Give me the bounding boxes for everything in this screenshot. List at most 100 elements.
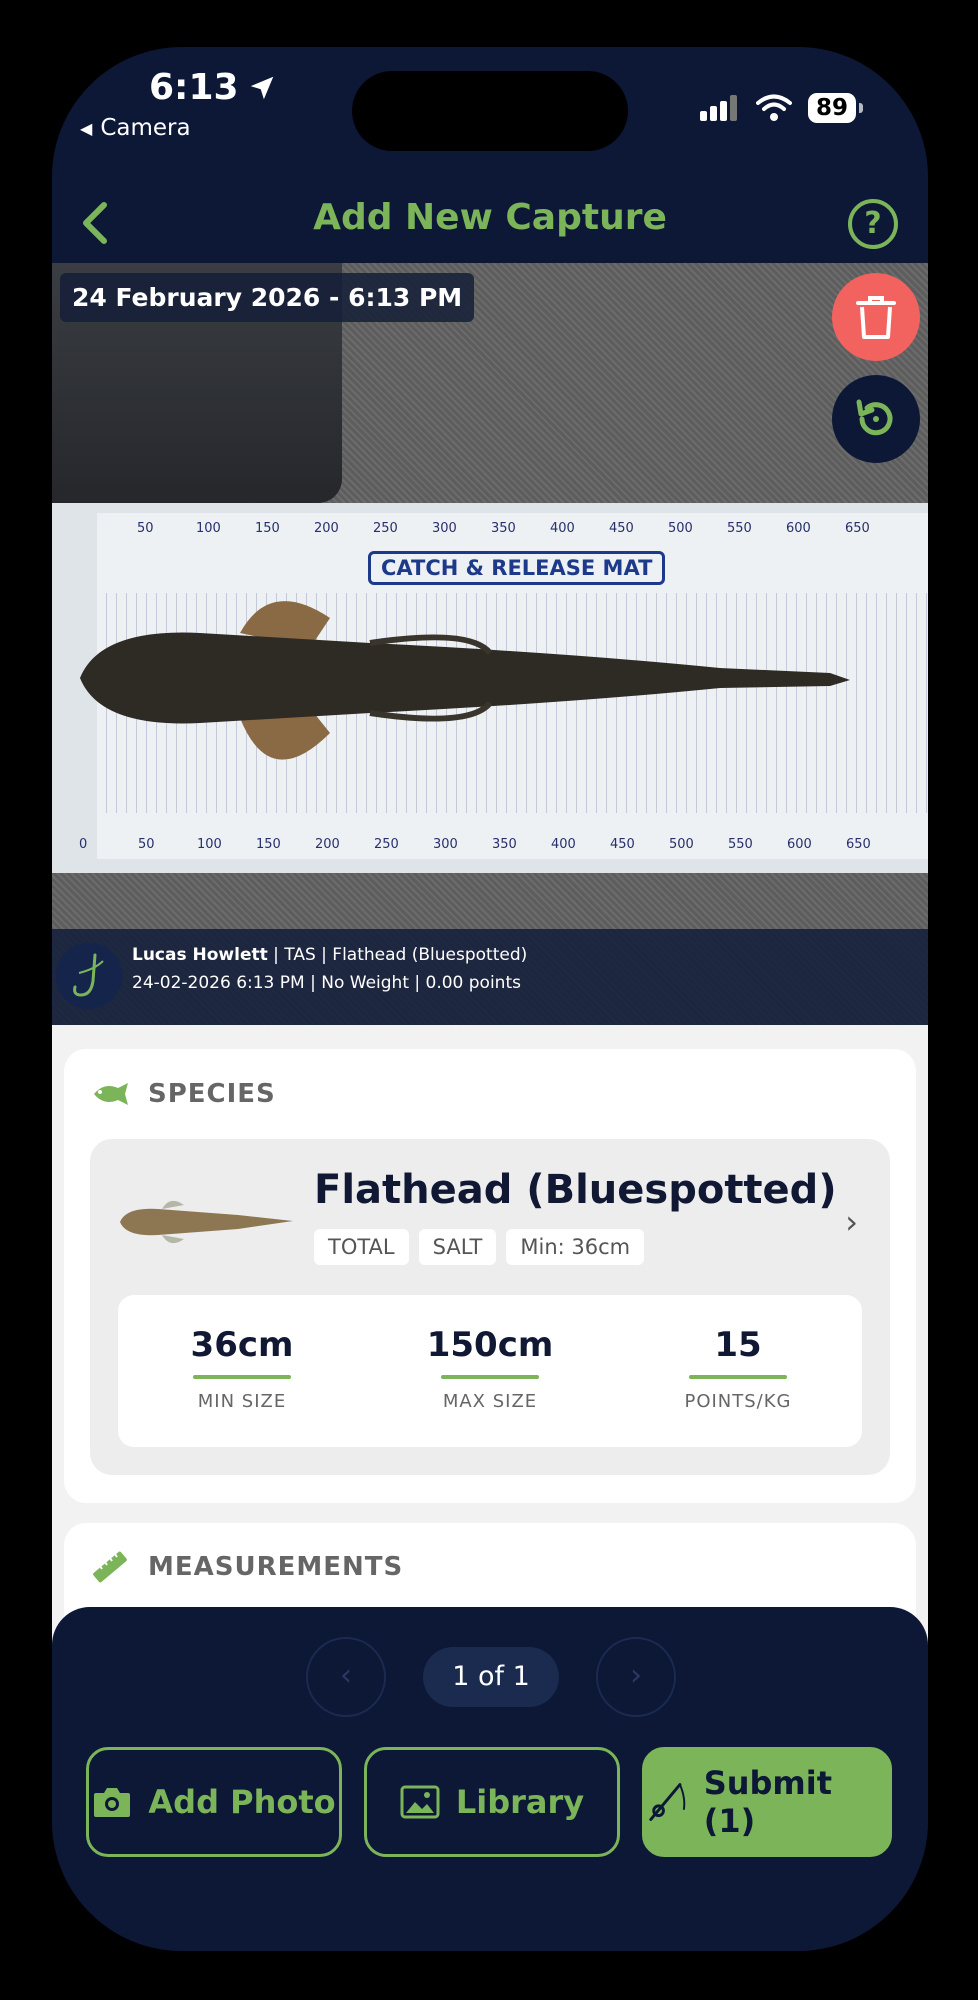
trash-icon (856, 296, 896, 339)
ruler-label: 150 (255, 521, 280, 536)
ruler-label: 550 (727, 521, 752, 536)
ruler-label: 600 (787, 837, 812, 852)
add-photo-button[interactable]: Add Photo (86, 1747, 342, 1857)
stat-points-per-kg: 15 POINTS/KG (614, 1295, 862, 1447)
species-tags: TOTAL SALT Min: 36cm (314, 1229, 645, 1265)
ruler-label: 400 (551, 837, 576, 852)
ruler-label: 650 (846, 837, 871, 852)
chevron-right-icon: › (845, 1203, 858, 1241)
status-bar: 6:13 ◀ Camera 89 (52, 47, 928, 177)
scroll-content[interactable]: SPECIES Flathead (Bluespotted) TOTAL SAL… (52, 1025, 928, 1663)
camera-icon (94, 1788, 131, 1817)
submit-label: Submit (1) (703, 1764, 833, 1840)
ruler-label: 500 (669, 837, 694, 852)
phone-screen: 6:13 ◀ Camera 89 Add New Capture ? 50 10… (52, 47, 928, 1951)
ruler-label: 350 (492, 837, 517, 852)
stat-value: 15 (714, 1325, 762, 1365)
capture-photo: 50 100 150 200 250 300 350 400 450 500 550 600 650 0… (52, 263, 928, 1025)
ruler-label: 300 (432, 521, 457, 536)
location-arrow-icon (250, 76, 273, 99)
stat-label: POINTS/KG (684, 1391, 792, 1412)
ruler-label: 650 (845, 521, 870, 536)
caption-angler: Lucas Howlett (132, 945, 268, 965)
ruler-label: 0 (79, 837, 88, 852)
time-text: 6:13 (149, 67, 239, 108)
species-section-header: SPECIES (90, 1079, 276, 1109)
stat-underline (441, 1375, 539, 1379)
action-buttons: Add Photo Library Submit (1) (86, 1747, 892, 1857)
ruler-label: 200 (315, 837, 340, 852)
ruler-label: 250 (374, 837, 399, 852)
submit-button[interactable]: Submit (1) (642, 1747, 892, 1857)
caption-line-1: Lucas Howlett | TAS | Flathead (Bluespot… (132, 945, 527, 965)
stat-max-size: 150cm MAX SIZE (366, 1295, 614, 1447)
measurements-section-label: MEASUREMENTS (148, 1552, 404, 1582)
ruler-label: 550 (728, 837, 753, 852)
ruler-label: 350 (491, 521, 516, 536)
photo-pager: ‹ 1 of 1 › (52, 1637, 928, 1717)
next-photo-button[interactable]: › (596, 1637, 676, 1717)
ruler-icon (93, 1551, 127, 1583)
back-triangle-icon: ◀ (80, 118, 93, 138)
ruler-label: 450 (610, 837, 635, 852)
species-stats: 36cm MIN SIZE 150cm MAX SIZE 15 POINTS/K… (118, 1295, 862, 1447)
photo-count: 1 of 1 (423, 1647, 559, 1707)
species-card: SPECIES Flathead (Bluespotted) TOTAL SAL… (64, 1049, 916, 1503)
species-thumbnail-image (120, 1200, 293, 1244)
ruler-label: 400 (550, 521, 575, 536)
rotate-icon (856, 399, 893, 436)
stat-underline (689, 1375, 787, 1379)
stat-label: MAX SIZE (442, 1391, 538, 1412)
ruler-label: 100 (197, 837, 222, 852)
stat-value: 150cm (426, 1325, 554, 1365)
back-to-app-link[interactable]: ◀ Camera (80, 115, 191, 141)
ruler-label: 50 (138, 837, 155, 852)
fishing-rod-icon (649, 1783, 686, 1821)
ruler-label: 300 (433, 837, 458, 852)
add-photo-label: Add Photo (148, 1783, 336, 1821)
library-button[interactable]: Library (364, 1747, 620, 1857)
stat-underline (193, 1375, 291, 1379)
ruler-label: 200 (314, 521, 339, 536)
ruler-label: 250 (373, 521, 398, 536)
ruler-label: 100 (196, 521, 221, 536)
tag-salt: SALT (418, 1229, 497, 1265)
fish-photo-image (80, 601, 850, 760)
status-indicators: 89 (699, 93, 864, 123)
tag-min-size: Min: 36cm (506, 1229, 645, 1265)
dynamic-island (352, 71, 628, 151)
ruler-label: 150 (256, 837, 281, 852)
ruler-label: 450 (609, 521, 634, 536)
date-badge: 24 February 2026 - 6:13 PM (60, 273, 475, 322)
species-section-label: SPECIES (148, 1079, 276, 1109)
app-logo-icon (56, 943, 122, 1009)
ruler-label: 50 (137, 521, 154, 536)
app-header: Add New Capture ? (52, 187, 928, 263)
battery-indicator: 89 (807, 93, 864, 123)
ruler-label: 500 (668, 521, 693, 536)
image-gallery-icon (400, 1785, 440, 1819)
page-title: Add New Capture (313, 197, 667, 238)
wifi-icon (755, 94, 792, 121)
delete-photo-button[interactable] (832, 273, 920, 361)
stat-min-size: 36cm MIN SIZE (118, 1295, 366, 1447)
species-selector[interactable]: Flathead (Bluespotted) TOTAL SALT Min: 3… (90, 1139, 890, 1475)
photo-caption: Lucas Howlett | TAS | Flathead (Bluespot… (52, 929, 928, 1025)
status-time: 6:13 (149, 67, 277, 108)
stat-label: MIN SIZE (197, 1391, 287, 1412)
previous-photo-button[interactable]: ‹ (306, 1637, 386, 1717)
help-button[interactable]: ? (848, 199, 898, 249)
species-name: Flathead (Bluespotted) (314, 1167, 837, 1213)
cellular-signal-icon (699, 95, 737, 121)
fish-icon (94, 1083, 128, 1105)
caption-line-2: 24-02-2026 6:13 PM | No Weight | 0.00 po… (132, 973, 521, 993)
stat-value: 36cm (190, 1325, 294, 1365)
tag-total: TOTAL (314, 1229, 409, 1265)
bottom-action-panel: ‹ 1 of 1 › Add Photo Library Submit (1) (52, 1607, 928, 1951)
back-app-label: Camera (100, 115, 191, 141)
library-label: Library (455, 1783, 585, 1821)
caption-details: | TAS | Flathead (Bluespotted) (267, 945, 528, 965)
ruler-label: 600 (786, 521, 811, 536)
measurements-section-header: MEASUREMENTS (90, 1547, 403, 1587)
rotate-photo-button[interactable] (832, 375, 920, 463)
